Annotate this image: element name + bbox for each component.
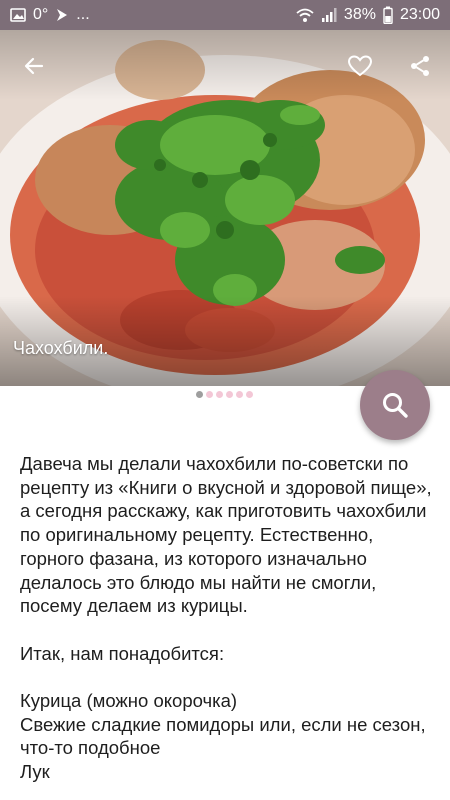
share-icon [411, 56, 429, 76]
recipe-photo-carousel[interactable]: Чахохбили. [0, 30, 450, 386]
status-bar: 0° ... 38% 23:00 [0, 0, 450, 30]
status-more: ... [76, 6, 90, 23]
favorite-button[interactable] [340, 46, 380, 86]
signal-icon [321, 6, 337, 24]
heart-outline-icon [347, 55, 373, 77]
pager-dot-active[interactable] [195, 391, 203, 398]
search-icon [383, 393, 408, 418]
intro-paragraph: Давеча мы делали чахохбили по-советски п… [20, 453, 432, 617]
back-arrow-icon [24, 57, 44, 75]
pager-dot[interactable] [225, 391, 233, 398]
photo-caption: Чахохбили. [13, 338, 109, 358]
pager-dot[interactable] [205, 391, 213, 398]
pager-dot[interactable] [215, 391, 223, 398]
ingredient-line: Курица (можно окорочка) [20, 690, 238, 711]
ingredient-line: Лук [20, 761, 50, 783]
status-time: 23:00 [399, 6, 440, 23]
battery-icon [383, 6, 393, 24]
wifi-icon [296, 6, 314, 24]
status-left: 0° ... [10, 6, 90, 24]
pager-dot[interactable] [235, 391, 243, 398]
status-right: 38% 23:00 [296, 6, 440, 24]
navigation-icon [55, 6, 69, 24]
share-button[interactable] [400, 46, 440, 86]
ingredient-line: Свежие сладкие помидоры или, если не сез… [20, 713, 426, 759]
recipe-article: Давеча мы делали чахохбили по-советски п… [20, 452, 436, 784]
status-temperature: 0° [33, 6, 49, 23]
search-fab-button[interactable] [360, 370, 430, 440]
ingredients-heading: Итак, нам понадобится: [20, 642, 225, 664]
image-icon [10, 6, 26, 24]
battery-percent: 38% [343, 6, 376, 23]
back-button[interactable] [14, 46, 54, 86]
pager-dot[interactable] [245, 391, 253, 398]
